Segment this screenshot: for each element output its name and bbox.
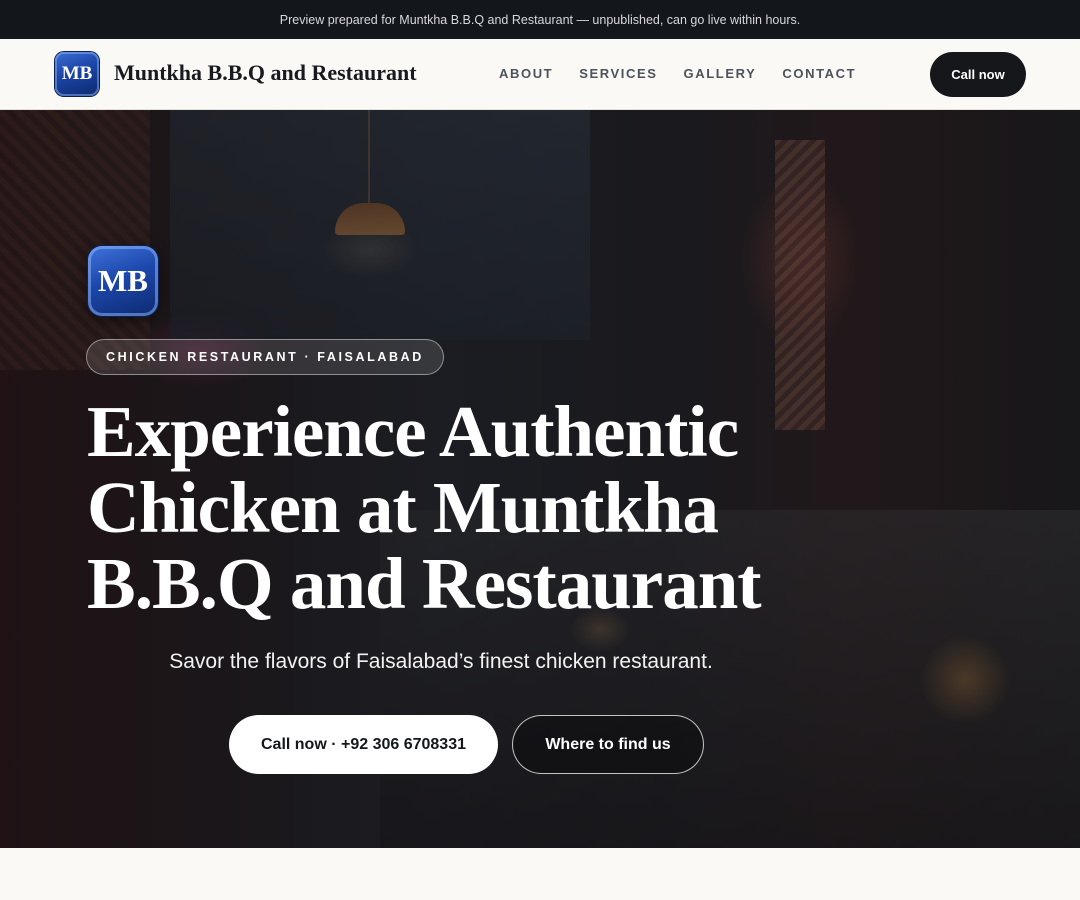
nav-link-services[interactable]: SERVICES xyxy=(579,66,657,81)
hero-eyebrow-text: CHICKEN RESTAURANT · FAISALABAD xyxy=(106,350,424,364)
nav-link-about[interactable]: ABOUT xyxy=(499,66,553,81)
preview-banner: Preview prepared for Muntkha B.B.Q and R… xyxy=(0,0,1080,39)
where-to-find-us-button[interactable]: Where to find us xyxy=(512,715,704,774)
site-header: MB Muntkha B.B.Q and Restaurant ABOUT SE… xyxy=(0,39,1080,110)
where-to-find-us-label: Where to find us xyxy=(545,735,671,753)
logo-text: MB xyxy=(61,63,93,84)
hero-subheadline: Savor the flavors of Faisalabad’s finest… xyxy=(169,650,713,673)
hero-logo-text: MB xyxy=(98,263,148,298)
hero-headline: Experience Authentic Chicken at Muntkha … xyxy=(87,391,762,624)
main-nav: ABOUT SERVICES GALLERY CONTACT xyxy=(499,66,856,81)
brand-name[interactable]: Muntkha B.B.Q and Restaurant xyxy=(114,60,417,86)
logo-icon[interactable]: MB xyxy=(55,52,99,96)
nav-link-contact[interactable]: CONTACT xyxy=(782,66,856,81)
hero-logo-icon: MB xyxy=(88,246,158,316)
hero-eyebrow-badge: CHICKEN RESTAURANT · FAISALABAD xyxy=(86,339,444,375)
hero-call-now-button[interactable]: Call now · +92 306 6708331 xyxy=(229,715,498,774)
hero-call-now-label: Call now · +92 306 6708331 xyxy=(260,735,466,753)
next-section xyxy=(0,848,1080,900)
preview-banner-text: Preview prepared for Muntkha B.B.Q and R… xyxy=(279,12,801,27)
nav-link-gallery[interactable]: GALLERY xyxy=(684,66,757,81)
hero-section: MB CHICKEN RESTAURANT · FAISALABAD Exper… xyxy=(0,110,1080,848)
header-call-now-button[interactable]: Call now xyxy=(930,52,1026,97)
